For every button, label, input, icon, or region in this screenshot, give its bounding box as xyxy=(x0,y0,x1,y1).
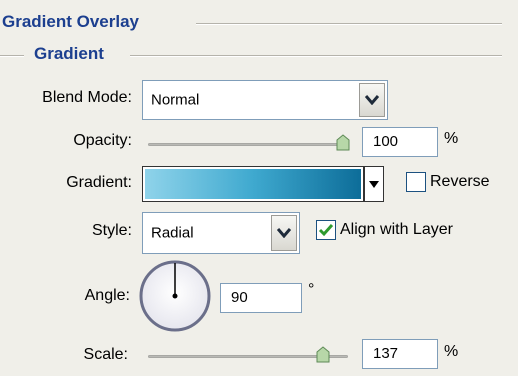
gradient-dropdown-button[interactable] xyxy=(364,166,384,202)
opacity-slider-track[interactable] xyxy=(148,143,348,146)
opacity-slider-thumb[interactable] xyxy=(336,134,350,151)
align-with-layer-checkbox[interactable] xyxy=(316,220,336,240)
blend-mode-value: Normal xyxy=(151,91,200,109)
style-label: Style: xyxy=(91,222,132,239)
blend-mode-select[interactable]: Normal xyxy=(142,80,388,120)
subtitle-divider-left xyxy=(0,55,24,57)
checkmark-icon xyxy=(318,224,334,237)
angle-input[interactable]: 90 xyxy=(220,283,302,313)
section-subtitle: Gradient xyxy=(34,44,104,63)
section-title: Gradient Overlay xyxy=(2,12,140,31)
blend-mode-label: Blend Mode: xyxy=(42,89,132,106)
align-with-layer-label: Align with Layer xyxy=(340,221,453,238)
angle-label: Angle: xyxy=(84,287,130,304)
subtitle-divider-right xyxy=(130,55,502,57)
scale-input[interactable]: 137 xyxy=(362,339,438,369)
gradient-label: Gradient: xyxy=(66,174,132,191)
reverse-label: Reverse xyxy=(430,173,490,190)
style-select[interactable]: Radial xyxy=(142,212,300,254)
reverse-checkbox[interactable] xyxy=(406,172,426,192)
scale-unit: % xyxy=(444,343,459,360)
scale-slider-thumb[interactable] xyxy=(316,346,330,363)
caret-down-icon xyxy=(369,180,379,188)
title-divider xyxy=(196,23,502,25)
opacity-label: Opacity: xyxy=(73,132,132,149)
angle-unit: ° xyxy=(308,281,315,298)
angle-dial[interactable] xyxy=(138,259,212,333)
opacity-input[interactable]: 100 xyxy=(362,127,438,157)
scale-label: Scale: xyxy=(83,346,128,363)
chevron-down-icon[interactable] xyxy=(359,83,385,117)
gradient-picker[interactable] xyxy=(142,166,364,202)
style-value: Radial xyxy=(151,224,194,242)
chevron-down-icon[interactable] xyxy=(271,215,297,251)
gradient-swatch[interactable] xyxy=(145,169,361,199)
opacity-unit: % xyxy=(444,130,459,147)
